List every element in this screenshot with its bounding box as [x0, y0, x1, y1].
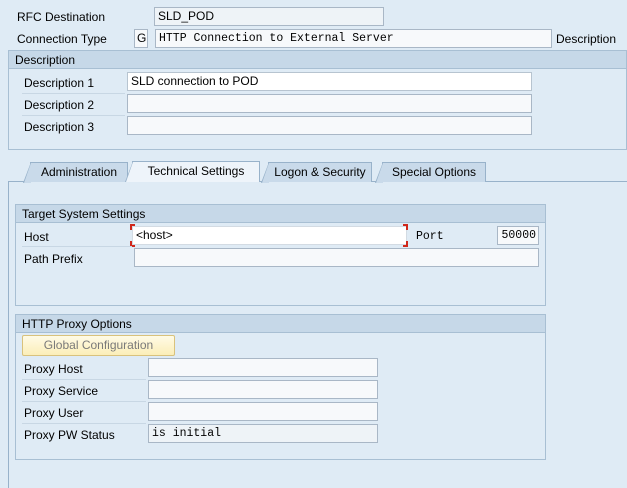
description-1-label: Description 1 — [24, 76, 95, 90]
connection-type-code[interactable]: G — [134, 29, 148, 48]
divider — [22, 423, 146, 424]
target-system-title: Target System Settings — [16, 205, 545, 223]
host-label: Host — [24, 230, 49, 244]
path-prefix-label: Path Prefix — [24, 252, 83, 266]
divider — [22, 246, 132, 247]
description-2-label: Description 2 — [24, 98, 95, 112]
path-prefix-field[interactable] — [134, 248, 539, 267]
description-group-title: Description — [9, 51, 626, 69]
host-field[interactable]: <host> — [132, 226, 407, 245]
connection-description-label: Description — [556, 32, 617, 46]
tab-special-options[interactable]: Special Options — [375, 162, 486, 183]
proxy-user-label: Proxy User — [24, 406, 84, 420]
tab-technical-settings[interactable]: Technical Settings — [125, 161, 260, 182]
http-proxy-title: HTTP Proxy Options — [16, 315, 545, 333]
proxy-host-label: Proxy Host — [24, 362, 83, 376]
proxy-service-label: Proxy Service — [24, 384, 99, 398]
divider — [22, 115, 125, 116]
proxy-pw-status-label: Proxy PW Status — [24, 428, 115, 442]
required-marker — [403, 224, 408, 230]
proxy-host-field[interactable] — [148, 358, 378, 377]
global-configuration-button[interactable]: Global Configuration — [22, 335, 175, 356]
tab-administration[interactable]: Administration — [23, 162, 128, 183]
required-marker — [130, 224, 135, 230]
proxy-service-field[interactable] — [148, 380, 378, 399]
divider — [22, 93, 125, 94]
divider — [22, 401, 146, 402]
port-field[interactable]: 50000 — [497, 226, 539, 245]
description-3-field[interactable] — [127, 116, 532, 135]
required-marker — [403, 241, 408, 247]
divider — [22, 379, 146, 380]
description-3-label: Description 3 — [24, 120, 95, 134]
connection-type-description: HTTP Connection to External Server — [155, 29, 552, 48]
proxy-user-field[interactable] — [148, 402, 378, 421]
tab-logon-security[interactable]: Logon & Security — [261, 162, 372, 183]
port-label: Port — [416, 230, 444, 243]
connection-type-label: Connection Type — [17, 32, 107, 46]
proxy-pw-status-field: is initial — [148, 424, 378, 443]
description-1-field[interactable]: SLD connection to POD — [127, 72, 532, 91]
rfc-destination-field[interactable]: SLD_POD — [154, 7, 384, 26]
rfc-destination-label: RFC Destination — [17, 10, 106, 24]
description-2-field[interactable] — [127, 94, 532, 113]
